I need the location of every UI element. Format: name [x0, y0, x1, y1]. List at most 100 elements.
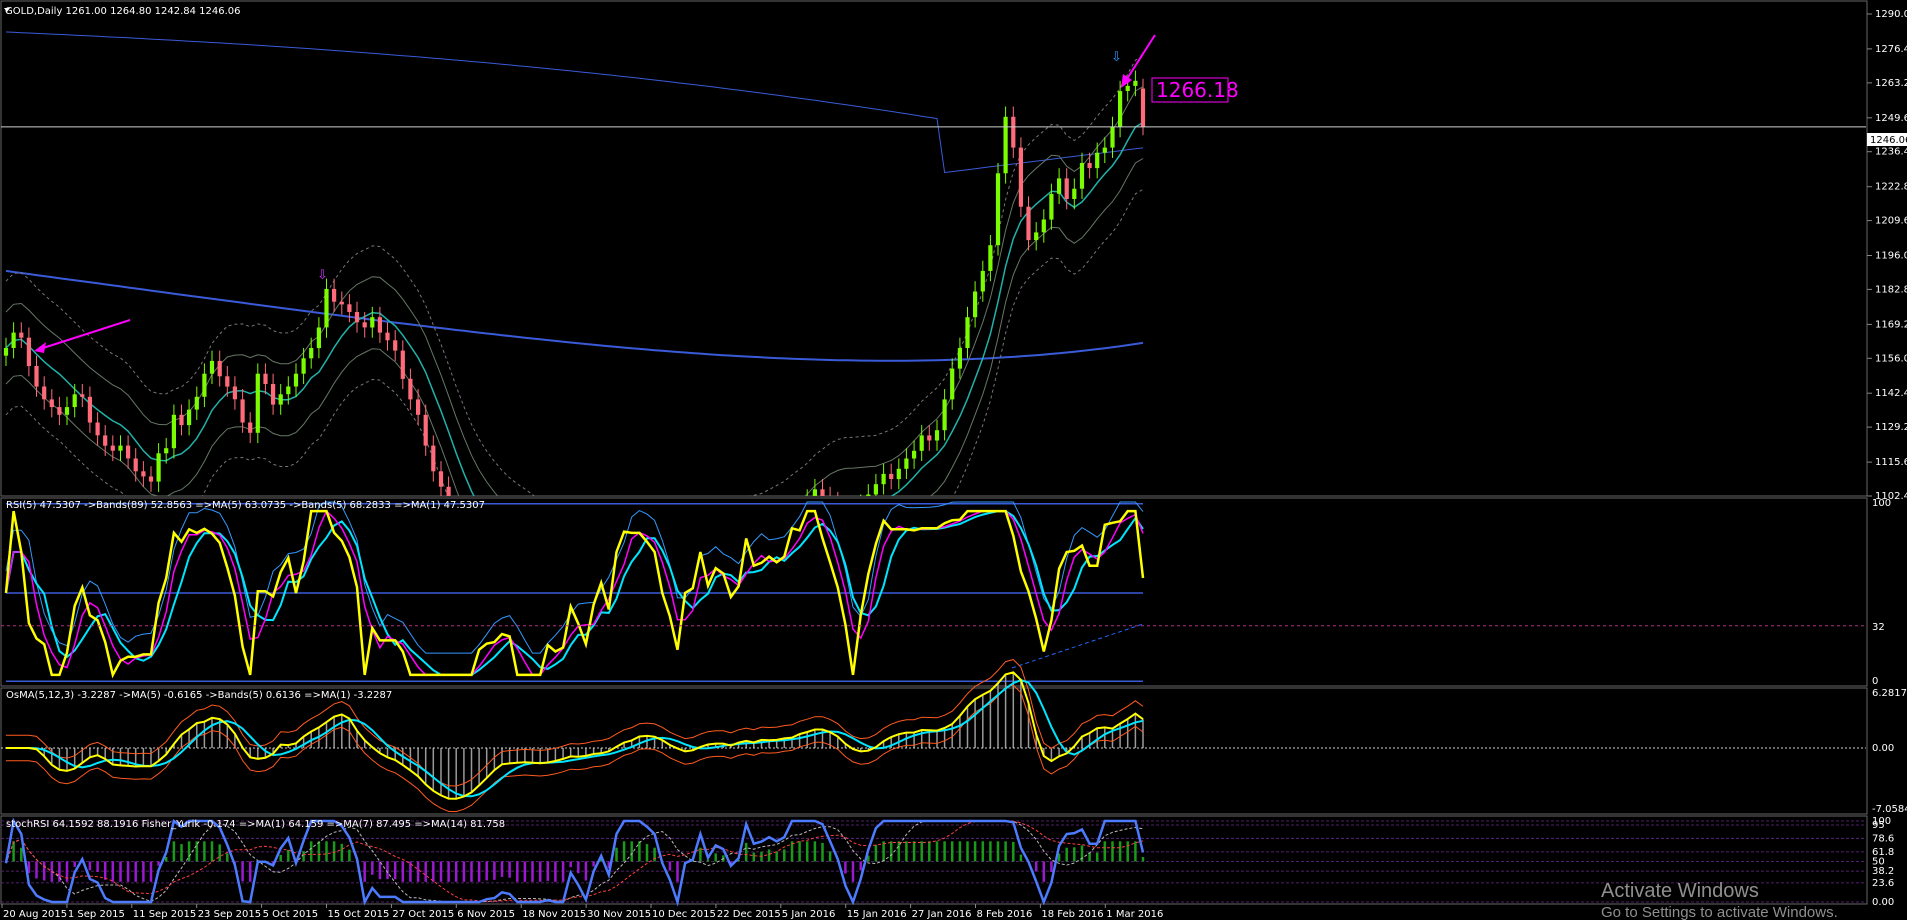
chart-canvas[interactable]: ⇩⇩ 100320 6.28170.00-7.0584 1009578.661.…	[0, 0, 1907, 920]
candle-body	[377, 317, 382, 333]
candle-body	[438, 471, 444, 487]
down-arrow-signal-icon: ⇩	[317, 268, 328, 283]
candle-body	[225, 376, 230, 387]
candle-body	[408, 378, 413, 400]
candle-body	[859, 505, 863, 515]
stochrsi-indicator-label: stochRSI 64.1592 88.1916 Fisher_Yurik -0…	[6, 819, 505, 830]
date-tick-label: 27 Jan 2016	[912, 909, 972, 920]
candle-body	[873, 484, 878, 495]
date-tick-label: 15 Jan 2016	[847, 909, 907, 920]
candle-body	[957, 348, 962, 369]
candle-body	[538, 587, 542, 590]
candle-body	[515, 566, 519, 571]
candle-body	[431, 445, 436, 472]
candle-body	[1011, 116, 1016, 148]
candle-body	[820, 489, 825, 496]
candle-body	[1102, 147, 1107, 153]
candle-body	[26, 337, 31, 366]
price-tick-label: 1169.20	[1875, 319, 1907, 330]
candle-body	[988, 245, 993, 271]
price-tick-label: 1222.80	[1875, 182, 1907, 193]
candle-body	[645, 566, 649, 574]
candle-body	[660, 569, 664, 579]
price-tick-label: 1115.60	[1875, 457, 1907, 468]
price-tick-label: 1249.60	[1875, 113, 1907, 124]
candle-body	[278, 394, 283, 405]
candle-body	[492, 541, 496, 554]
stoch-level-label: 23.6	[1872, 878, 1894, 889]
price-tick-label: 1156.00	[1875, 353, 1907, 364]
date-tick-label: 1 Mar 2016	[1106, 909, 1163, 920]
candle-body	[263, 373, 268, 384]
candle-body	[309, 348, 314, 359]
date-tick-label: 6 Nov 2015	[457, 909, 515, 920]
magenta-arrowhead-left	[34, 342, 46, 353]
candle-body	[469, 538, 473, 543]
candle-body	[1118, 91, 1123, 128]
candle-body	[1079, 163, 1085, 189]
price-callout: 1266.18	[1151, 77, 1239, 103]
candle-body	[286, 386, 291, 395]
price-tick-label: 1182.80	[1875, 284, 1907, 295]
date-tick-label: 30 Nov 2015	[587, 909, 651, 920]
candle-body	[57, 407, 62, 415]
candle-body	[393, 340, 398, 351]
candle-body	[995, 173, 1001, 246]
date-tick-label: 10 Dec 2015	[652, 909, 716, 920]
candle-body	[1041, 219, 1046, 233]
candle-body	[133, 458, 138, 472]
candle-body	[316, 327, 321, 349]
osma-indicator-label: OsMA(5,12,3) -3.2287 ->MA(5) -0.6165 ->B…	[6, 690, 392, 701]
date-tick-label: 15 Oct 2015	[328, 909, 390, 920]
candle-body	[980, 270, 985, 292]
candle-body	[164, 448, 169, 454]
band-middle-line	[5, 121, 1144, 496]
candle-body	[87, 396, 92, 423]
osma-panel[interactable]: 6.2817 0.00 -7.0584	[1, 659, 1907, 815]
candle-body	[1140, 88, 1146, 127]
osma-level-label: -7.0584	[1872, 804, 1907, 815]
rsi-panel[interactable]: 100320	[1, 498, 1891, 687]
stoch-level-label: 38.2	[1872, 866, 1894, 877]
candle-body	[64, 407, 70, 415]
candle-body	[255, 373, 260, 433]
candle-body	[889, 473, 894, 479]
candle-body	[49, 399, 54, 408]
candle-body	[752, 548, 756, 556]
candle-body	[1018, 147, 1023, 207]
candle-body	[942, 399, 947, 431]
candle-body	[202, 373, 207, 397]
candle-body	[851, 512, 855, 515]
candle-body	[691, 566, 695, 574]
candle-body	[973, 291, 978, 318]
candle-body	[19, 332, 24, 338]
candle-body	[1057, 178, 1062, 194]
candle-body	[530, 579, 534, 587]
date-tick-label: 22 Dec 2015	[717, 909, 781, 920]
stoch-level-label: 78.6	[1872, 833, 1894, 844]
candle-body	[332, 288, 337, 302]
candle-body	[523, 572, 527, 580]
candle-body	[217, 360, 222, 377]
date-tick-label: 23 Sep 2015	[198, 909, 261, 920]
activate-windows-subtitle: Go to Settings to activate Windows.	[1601, 904, 1838, 920]
candle-body	[637, 566, 641, 574]
candle-body	[271, 384, 276, 405]
moving-average-200-line	[5, 269, 1144, 362]
candle-body	[339, 301, 344, 305]
candle-body	[508, 559, 512, 567]
candle-body	[919, 435, 924, 451]
candle-body	[561, 597, 565, 600]
candle-body	[248, 422, 253, 433]
current-price-text: 1246.06	[1870, 135, 1907, 146]
candle-body	[759, 543, 763, 556]
candle-body	[1003, 116, 1008, 174]
candle-body	[1072, 188, 1077, 199]
candle-body	[1049, 193, 1054, 220]
rsi-level-label: 0	[1872, 676, 1878, 687]
candle-body	[148, 476, 154, 482]
candle-body	[881, 473, 886, 485]
rsi-trendline	[1011, 623, 1144, 669]
candle-body	[3, 348, 9, 356]
magenta-arrow-right	[1124, 34, 1156, 83]
